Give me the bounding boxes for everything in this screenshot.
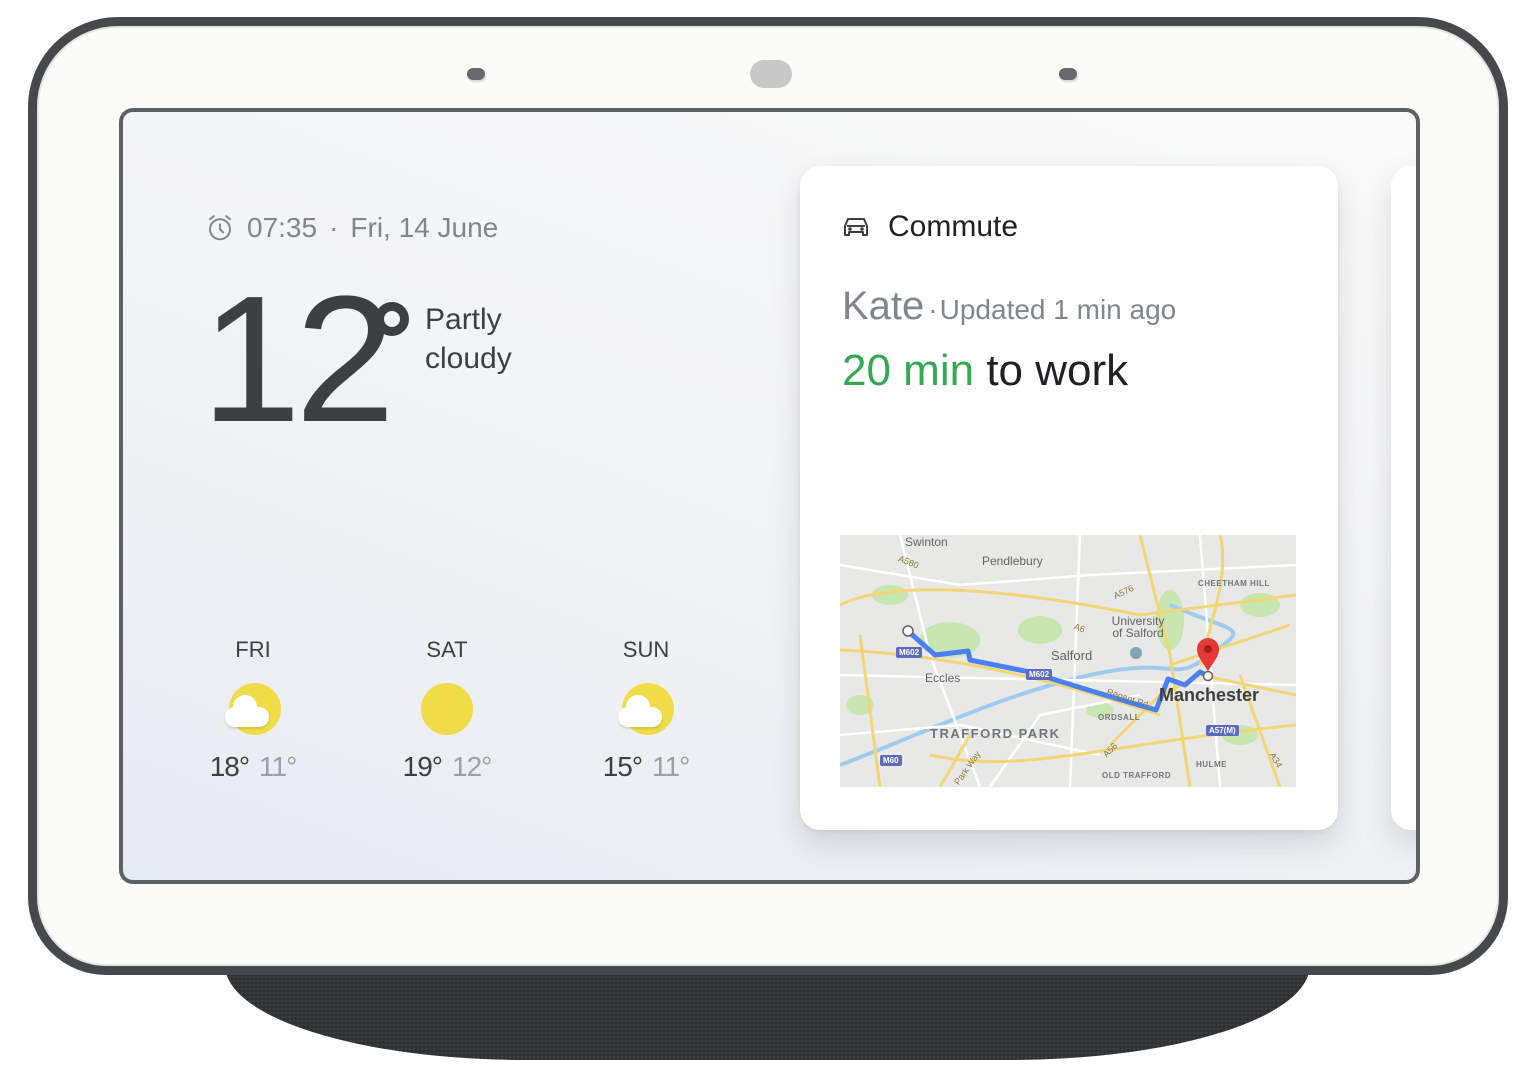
card-subtitle: Kate ·Updated 1 min ago xyxy=(842,284,1176,329)
partly-cloudy-icon xyxy=(618,681,674,737)
map-label-manchester: Manchester xyxy=(1159,685,1260,705)
subtitle-separator: · xyxy=(928,294,938,325)
forecast-high: 18° xyxy=(209,751,250,782)
eta-time: 20 min xyxy=(842,346,975,395)
map-label-salford: Salford xyxy=(1051,648,1093,663)
university-icon xyxy=(1130,647,1142,659)
map-label-university: University of Salford xyxy=(1111,614,1165,640)
condition-line-1: Partly xyxy=(425,303,502,336)
commute-card[interactable]: Commute Kate ·Updated 1 min ago 20 min to… xyxy=(800,166,1338,830)
degree-symbol-icon xyxy=(375,302,409,336)
route-start-icon xyxy=(902,625,914,637)
display-screen: 07:35 · Fri, 14 June 12 Partly cloudy FR… xyxy=(119,108,1420,884)
weather-condition: Partly cloudy xyxy=(425,300,512,378)
shield-m602-west: M602 xyxy=(896,647,923,658)
light-sensor-right xyxy=(1059,68,1077,80)
shield-m60: M60 xyxy=(880,755,902,766)
route-end-icon xyxy=(1202,670,1214,682)
map-label-eccles: Eccles xyxy=(925,671,961,685)
forecast-day-label: SAT xyxy=(426,637,468,662)
shield-m602-east: M602 xyxy=(1026,669,1053,680)
card-header: Commute xyxy=(842,210,1018,244)
partly-cloudy-icon xyxy=(225,681,281,737)
forecast-high: 15° xyxy=(602,751,643,782)
forecast-temps: 18° 11° xyxy=(173,751,333,783)
forecast-day-label: SUN xyxy=(622,637,670,662)
route-map[interactable]: Swinton Pendlebury CHEETHAM HILL Univers… xyxy=(840,535,1296,787)
forecast-low: 11° xyxy=(259,751,297,782)
forecast-day-sun[interactable]: SUN 15° 11° xyxy=(566,637,726,783)
map-label-hulme: HULME xyxy=(1196,760,1227,769)
forecast-temps: 15° 11° xyxy=(566,751,726,783)
map-label-cheetham-hill: CHEETHAM HILL xyxy=(1198,579,1270,588)
next-card-peek[interactable] xyxy=(1391,166,1416,830)
card-title: Commute xyxy=(888,210,1019,243)
forecast-high: 19° xyxy=(402,751,443,782)
eta-line: 20 min to work xyxy=(842,346,1128,396)
forecast-low: 12° xyxy=(452,751,492,782)
speaker-base xyxy=(225,960,1310,1060)
clock-row: 07:35 · Fri, 14 June xyxy=(205,212,498,244)
clock-time: 07:35 xyxy=(247,212,318,243)
map-label-pendlebury: Pendlebury xyxy=(982,554,1043,568)
map-label-old-trafford: OLD TRAFFORD xyxy=(1102,771,1172,780)
map-label-swinton: Swinton xyxy=(905,535,948,549)
car-icon xyxy=(844,218,868,236)
current-temperature: 12 xyxy=(201,259,395,460)
ambient-sensor xyxy=(750,60,792,88)
eta-destination: to work xyxy=(986,346,1129,395)
alarm-clock-icon xyxy=(209,215,231,241)
forecast-temps: 19° 12° xyxy=(367,751,527,783)
forecast-day-fri[interactable]: FRI 18° 11° xyxy=(173,637,333,783)
destination-pin-icon xyxy=(1197,638,1219,671)
updated-time: Updated 1 min ago xyxy=(939,294,1177,325)
light-sensor-left xyxy=(467,68,485,80)
condition-line-2: cloudy xyxy=(425,342,512,375)
person-name: Kate xyxy=(842,284,925,328)
map-label-ordsall: ORDSALL xyxy=(1098,713,1141,722)
forecast-day-label: FRI xyxy=(235,637,271,662)
sunny-icon xyxy=(419,681,475,737)
clock-date: Fri, 14 June xyxy=(350,212,499,243)
shield-a57m: A57(M) xyxy=(1206,725,1239,736)
clock-separator: · xyxy=(329,212,339,243)
map-label-trafford-park: TRAFFORD PARK xyxy=(930,726,1061,741)
forecast-low: 11° xyxy=(652,751,690,782)
forecast-day-sat[interactable]: SAT 19° 12° xyxy=(367,637,527,783)
